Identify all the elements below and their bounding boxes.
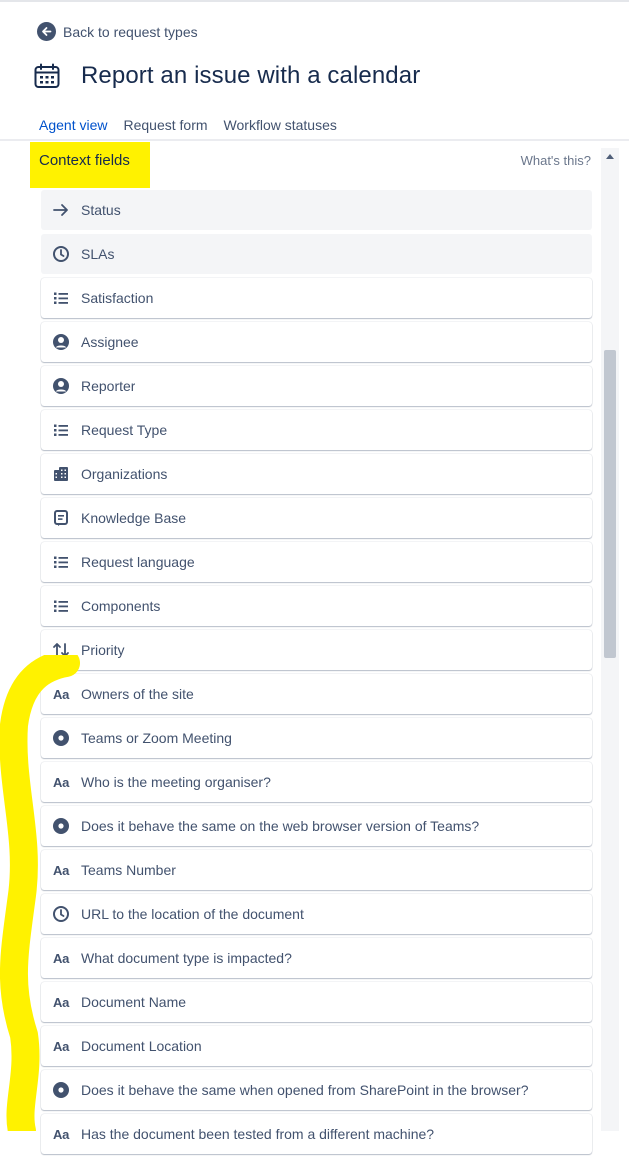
- scrollbar-thumb[interactable]: [604, 350, 616, 658]
- tabs-divider: [0, 139, 629, 141]
- context-field-label: Knowledge Base: [81, 510, 187, 526]
- user-avatar-icon: [52, 333, 70, 351]
- context-field-item[interactable]: Aa Has the document been tested from a di…: [41, 1114, 592, 1154]
- context-field-label: Has the document been tested from a diff…: [81, 1126, 435, 1142]
- context-field-label: Teams Number: [81, 862, 176, 878]
- priority-icon: [52, 641, 70, 659]
- context-field-item[interactable]: Aa Who is the meeting organiser?: [41, 762, 592, 802]
- context-field-label: Status: [81, 202, 121, 218]
- context-field-item[interactable]: Status: [41, 190, 592, 230]
- calendar-icon: [33, 62, 61, 90]
- context-field-item[interactable]: Organizations: [41, 454, 592, 494]
- list-icon: [52, 553, 70, 571]
- context-field-label: Document Name: [81, 994, 187, 1010]
- back-to-request-types-link[interactable]: Back to request types: [37, 22, 198, 41]
- text-field-icon: Aa: [52, 862, 70, 878]
- context-field-label: Components: [81, 598, 161, 614]
- context-field-label: Reporter: [81, 378, 136, 394]
- scroll-up-icon[interactable]: [606, 154, 614, 159]
- text-field-icon: Aa: [52, 950, 70, 966]
- text-field-icon: Aa: [52, 1126, 70, 1142]
- document-icon: [52, 509, 70, 527]
- clock-icon: [52, 905, 70, 923]
- context-field-label: URL to the location of the document: [81, 906, 304, 922]
- tab-bar: Agent view Request form Workflow statuse…: [39, 117, 353, 141]
- context-field-item[interactable]: Request language: [41, 542, 592, 582]
- context-field-label: Document Location: [81, 1038, 202, 1054]
- context-field-item[interactable]: URL to the location of the document: [41, 894, 592, 934]
- text-field-icon: Aa: [52, 994, 70, 1010]
- context-field-item[interactable]: Aa Document Location: [41, 1026, 592, 1066]
- context-field-label: SLAs: [81, 246, 115, 262]
- top-divider: [0, 0, 629, 2]
- text-field-icon: Aa: [52, 1038, 70, 1054]
- context-field-label: Does it behave the same on the web brows…: [81, 818, 480, 834]
- context-field-label: Teams or Zoom Meeting: [81, 730, 232, 746]
- context-field-label: Satisfaction: [81, 290, 154, 306]
- page-title: Report an issue with a calendar: [81, 62, 421, 89]
- context-field-item[interactable]: Components: [41, 586, 592, 626]
- context-field-item[interactable]: Aa What document type is impacted?: [41, 938, 592, 978]
- building-icon: [52, 465, 70, 483]
- list-icon: [52, 597, 70, 615]
- context-field-item[interactable]: Reporter: [41, 366, 592, 406]
- context-field-label: Priority: [81, 642, 125, 658]
- context-field-label: Owners of the site: [81, 686, 194, 702]
- text-field-icon: Aa: [52, 774, 70, 790]
- user-avatar-icon: [52, 377, 70, 395]
- context-field-item[interactable]: Satisfaction: [41, 278, 592, 318]
- list-icon: [52, 421, 70, 439]
- text-field-icon: Aa: [52, 686, 70, 702]
- clock-icon: [52, 245, 70, 263]
- context-field-item[interactable]: Priority: [41, 630, 592, 670]
- context-field-item[interactable]: Aa Teams Number: [41, 850, 592, 890]
- context-field-item[interactable]: Assignee: [41, 322, 592, 362]
- context-field-item[interactable]: Does it behave the same when opened from…: [41, 1070, 592, 1110]
- context-field-label: Assignee: [81, 334, 139, 350]
- context-field-label: Request language: [81, 554, 195, 570]
- tab-workflow-statuses[interactable]: Workflow statuses: [224, 117, 337, 139]
- back-link-label: Back to request types: [63, 23, 198, 40]
- context-field-item[interactable]: Aa Document Name: [41, 982, 592, 1022]
- context-field-label: Request Type: [81, 422, 168, 438]
- context-field-item[interactable]: Aa Owners of the site: [41, 674, 592, 714]
- arrow-left-icon: [37, 22, 56, 41]
- context-field-label: Organizations: [81, 466, 168, 482]
- context-field-item[interactable]: Request Type: [41, 410, 592, 450]
- whats-this-link[interactable]: What's this?: [521, 153, 591, 168]
- context-field-label: Does it behave the same when opened from…: [81, 1082, 529, 1098]
- page-header: Report an issue with a calendar: [33, 62, 420, 90]
- context-field-label: What document type is impacted?: [81, 950, 292, 966]
- context-field-item[interactable]: Knowledge Base: [41, 498, 592, 538]
- context-fields-list: Status SLAs Satisfaction Assignee Reporter Re…: [41, 190, 592, 1158]
- arrow-right-icon: [52, 201, 70, 219]
- radio-icon: [52, 817, 70, 835]
- radio-icon: [52, 729, 70, 747]
- tab-agent-view[interactable]: Agent view: [39, 117, 108, 141]
- scrollbar[interactable]: [601, 148, 619, 1131]
- context-field-item[interactable]: Teams or Zoom Meeting: [41, 718, 592, 758]
- context-field-item[interactable]: SLAs: [41, 234, 592, 274]
- context-field-item[interactable]: Does it behave the same on the web brows…: [41, 806, 592, 846]
- section-title: Context fields: [39, 152, 130, 169]
- tab-request-form[interactable]: Request form: [123, 117, 207, 139]
- context-field-label: Who is the meeting organiser?: [81, 774, 271, 790]
- list-icon: [52, 289, 70, 307]
- radio-icon: [52, 1081, 70, 1099]
